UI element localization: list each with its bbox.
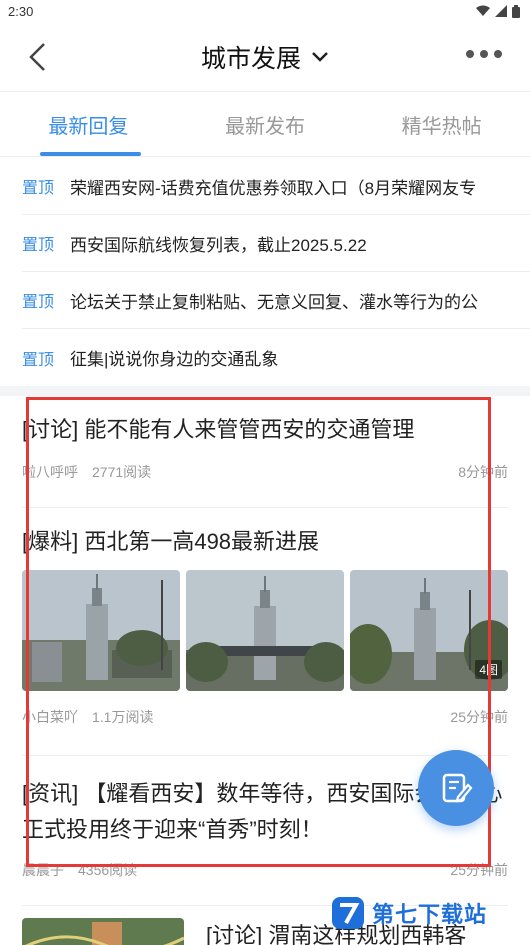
- post-meta: 晨晨子 4356阅读 25分钟前: [22, 860, 508, 880]
- battery-icon: [512, 4, 520, 18]
- post-time: 8分钟前: [458, 464, 508, 480]
- image-count-badge: 4图: [475, 660, 502, 679]
- signal-icon: [495, 5, 507, 17]
- tab-bar: 最新回复 最新发布 精华热帖: [0, 93, 530, 157]
- tab-featured[interactable]: 精华热帖: [353, 93, 530, 156]
- pinned-title: 征集|说说你身边的交通乱象: [70, 350, 279, 369]
- more-dot-icon: [480, 50, 488, 58]
- post-feed: [讨论] 能不能有人来管管西安的交通管理 啦八呼呼 2771阅读 8分钟前 [爆…: [0, 396, 530, 906]
- pinned-tag: 置顶: [22, 294, 55, 311]
- post-meta: 小白菜吖 1.1万阅读 25分钟前: [22, 707, 508, 727]
- more-dot-icon: [494, 50, 502, 58]
- post-author: 晨晨子: [22, 862, 64, 878]
- title-bar: 城市发展: [0, 22, 530, 92]
- post-image[interactable]: [186, 570, 344, 691]
- post-time: 25分钟前: [450, 709, 508, 725]
- download-logo-icon: [332, 897, 364, 929]
- chevron-down-icon: [312, 51, 328, 62]
- watermark-text: 第七下载站: [372, 902, 488, 927]
- post-item[interactable]: [讨论] 能不能有人来管管西安的交通管理 啦八呼呼 2771阅读 8分钟前: [22, 396, 508, 508]
- pinned-item[interactable]: 置顶 荣耀西安网-话费充值优惠券领取入口（8月荣耀网友专: [22, 158, 530, 215]
- back-button[interactable]: [22, 40, 52, 74]
- pinned-tag: 置顶: [22, 351, 55, 369]
- post-reads: 2771阅读: [92, 464, 152, 480]
- post-reads: 1.1万阅读: [92, 709, 154, 725]
- pinned-item[interactable]: 置顶 西安国际航线恢复列表，截止2025.5.22: [22, 215, 530, 272]
- tab-latest-reply[interactable]: 最新回复: [0, 93, 177, 156]
- section-divider: [0, 386, 530, 396]
- status-time: 2:30: [8, 3, 34, 19]
- forum-selector[interactable]: 城市发展: [201, 39, 329, 75]
- post-time: 25分钟前: [450, 862, 508, 878]
- more-options-button[interactable]: [466, 50, 502, 58]
- post-author: 啦八呼呼: [22, 464, 78, 480]
- pinned-tag: 置顶: [22, 237, 55, 254]
- pinned-tag: 置顶: [22, 180, 55, 197]
- back-arrow-icon: [29, 43, 45, 71]
- post-reads: 4356阅读: [78, 862, 138, 878]
- wifi-icon: [476, 5, 490, 16]
- post-item[interactable]: [爆料] 西北第一高498最新进展 4图 小白菜吖 1.1万阅读 25分钟前: [22, 508, 508, 756]
- watermark-logo: 第七下载站: [330, 895, 487, 931]
- compose-icon: [442, 773, 473, 803]
- post-image[interactable]: 4图: [350, 570, 508, 691]
- compose-button[interactable]: [418, 750, 494, 826]
- more-dot-icon: [466, 50, 474, 58]
- post-title: [爆料] 西北第一高498最新进展: [22, 529, 320, 554]
- pinned-title: 西安国际航线恢复列表，截止2025.5.22: [70, 235, 367, 255]
- post-meta: 啦八呼呼 2771阅读 8分钟前: [22, 462, 508, 482]
- page-title: 城市发展: [200, 44, 301, 73]
- post-author: 小白菜吖: [22, 709, 78, 725]
- post-title: [讨论] 能不能有人来管管西安的交通管理: [22, 417, 415, 442]
- post-image[interactable]: [22, 570, 180, 691]
- pinned-item[interactable]: 置顶 征集|说说你身边的交通乱象: [22, 329, 530, 386]
- post-image[interactable]: [22, 918, 184, 945]
- tab-latest-post[interactable]: 最新发布: [177, 93, 354, 156]
- status-icons: [476, 4, 520, 18]
- pinned-item[interactable]: 置顶 论坛关于禁止复制粘贴、无意义回复、灌水等行为的公: [22, 272, 530, 329]
- pinned-list: 置顶 荣耀西安网-话费充值优惠券领取入口（8月荣耀网友专 置顶 西安国际航线恢复…: [0, 158, 530, 386]
- pinned-title: 论坛关于禁止复制粘贴、无意义回复、灌水等行为的公: [70, 292, 479, 312]
- post-image-row: 4图: [22, 570, 508, 691]
- pinned-title: 荣耀西安网-话费充值优惠券领取入口（8月荣耀网友专: [70, 178, 477, 198]
- status-bar: 2:30: [0, 0, 530, 22]
